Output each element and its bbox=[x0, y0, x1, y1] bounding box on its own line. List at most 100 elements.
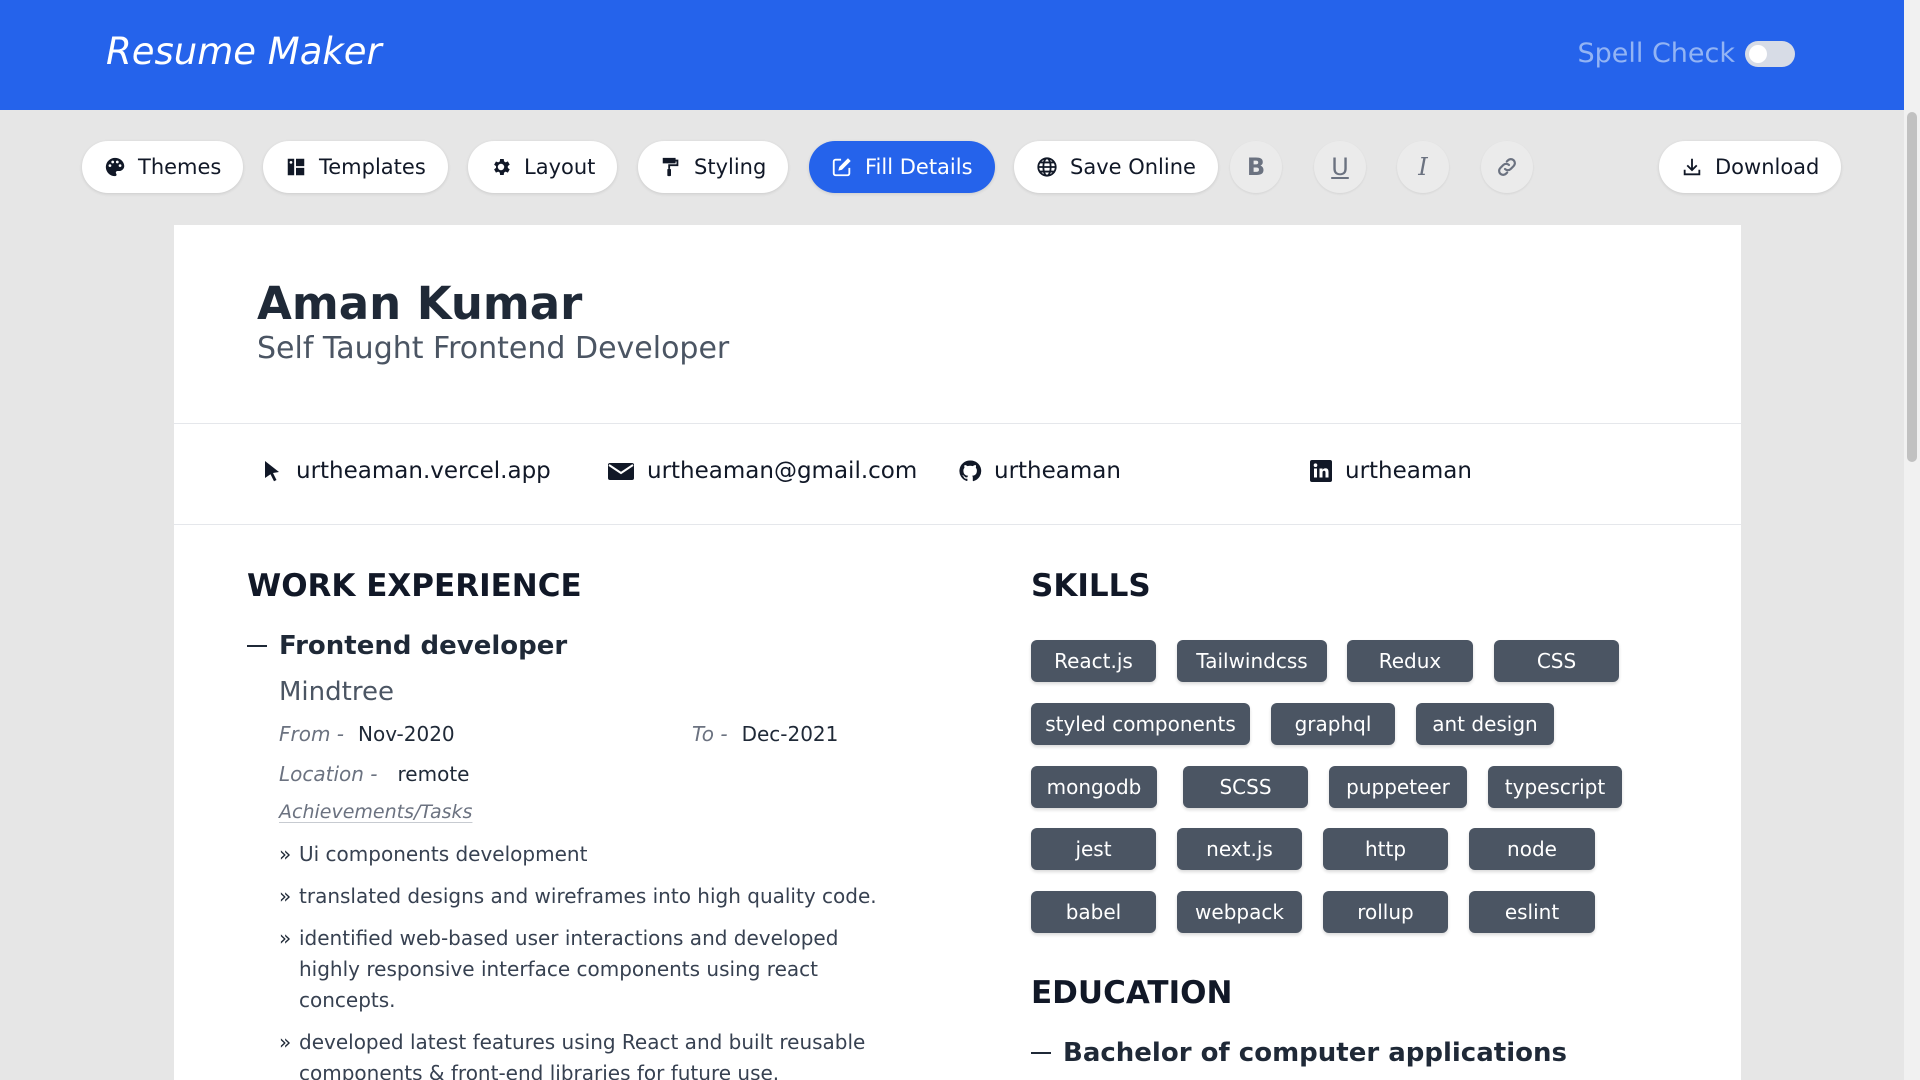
dash-icon bbox=[1031, 1052, 1051, 1054]
gear-icon bbox=[494, 159, 510, 175]
spell-check[interactable]: Spell Check bbox=[1577, 38, 1795, 69]
download-button[interactable]: Download bbox=[1659, 141, 1842, 193]
skill-chip[interactable]: http bbox=[1323, 828, 1448, 870]
styling-button[interactable]: Styling bbox=[638, 141, 789, 193]
fill-details-button[interactable]: Fill Details bbox=[809, 141, 995, 193]
from-label: From - bbox=[279, 722, 345, 746]
education-degree[interactable]: Bachelor of computer applications bbox=[1031, 1038, 1567, 1068]
to-label: To - bbox=[692, 722, 728, 746]
toggle-knob bbox=[1749, 44, 1767, 63]
skill-chip[interactable]: Redux bbox=[1347, 640, 1473, 682]
github-icon bbox=[959, 460, 982, 482]
download-label: Download bbox=[1715, 155, 1820, 179]
underline-button[interactable]: U bbox=[1314, 141, 1366, 193]
app-header: Resume Maker Spell Check bbox=[0, 0, 1904, 110]
spell-check-label: Spell Check bbox=[1577, 38, 1735, 69]
website-text: urtheaman.vercel.app bbox=[296, 458, 551, 484]
achievements-label: Achievements/Tasks bbox=[279, 801, 473, 823]
github-text: urtheaman bbox=[994, 458, 1121, 484]
list-item[interactable]: » developed latest features using React a… bbox=[279, 1027, 899, 1080]
resume-title[interactable]: Self Taught Frontend Developer bbox=[257, 331, 729, 366]
divider bbox=[174, 423, 1741, 424]
skills-heading: SKILLS bbox=[1031, 568, 1151, 604]
skill-chip[interactable]: puppeteer bbox=[1329, 766, 1467, 808]
skill-chip[interactable]: next.js bbox=[1177, 828, 1302, 870]
templates-button[interactable]: Templates bbox=[263, 141, 448, 193]
location-value: remote bbox=[397, 762, 470, 786]
italic-icon: I bbox=[1418, 153, 1428, 181]
education-heading: EDUCATION bbox=[1031, 975, 1233, 1011]
themes-label: Themes bbox=[138, 155, 222, 179]
layout-label: Layout bbox=[524, 155, 596, 179]
app-title: Resume Maker bbox=[106, 30, 382, 73]
themes-button[interactable]: Themes bbox=[82, 141, 244, 193]
job-role: Frontend developer bbox=[279, 631, 568, 661]
italic-button[interactable]: I bbox=[1397, 141, 1449, 193]
bullet-icon: » bbox=[279, 926, 292, 950]
achievements-list: » Ui components development » translated d… bbox=[279, 839, 899, 1080]
resume-page: Aman Kumar Self Taught Frontend Develope… bbox=[174, 225, 1741, 1080]
skill-chip[interactable]: styled components bbox=[1031, 703, 1250, 745]
contact-github[interactable]: urtheaman bbox=[958, 458, 1121, 484]
contact-website[interactable]: urtheaman.vercel.app bbox=[260, 458, 551, 484]
bold-icon: B bbox=[1246, 153, 1266, 181]
skill-chip[interactable]: rollup bbox=[1323, 891, 1448, 933]
skill-chip[interactable]: typescript bbox=[1488, 766, 1622, 808]
divider bbox=[174, 524, 1741, 525]
dash-icon bbox=[247, 645, 267, 647]
skill-chip[interactable]: node bbox=[1469, 828, 1595, 870]
paint-roller-icon bbox=[662, 157, 679, 177]
palette-icon bbox=[105, 157, 125, 177]
skill-chip[interactable]: ant design bbox=[1416, 703, 1554, 745]
company-name[interactable]: Mindtree bbox=[279, 677, 394, 707]
resume-name[interactable]: Aman Kumar bbox=[257, 277, 582, 330]
bold-button[interactable]: B bbox=[1230, 141, 1282, 193]
fill-details-label: Fill Details bbox=[865, 155, 973, 179]
skill-chip[interactable]: babel bbox=[1031, 891, 1156, 933]
contact-linkedin[interactable]: urtheaman bbox=[1309, 458, 1472, 484]
link-icon bbox=[1498, 158, 1516, 176]
list-item[interactable]: » identified web-based user interactions … bbox=[279, 923, 899, 1016]
achievement-text: developed latest features using React an… bbox=[299, 1030, 866, 1080]
download-icon bbox=[1683, 158, 1701, 176]
skill-chip[interactable]: SCSS bbox=[1183, 766, 1308, 808]
linkedin-text: urtheaman bbox=[1345, 458, 1472, 484]
job-title[interactable]: Frontend developer bbox=[247, 631, 567, 661]
edit-icon bbox=[832, 158, 851, 177]
cursor-icon bbox=[265, 461, 279, 482]
achievement-text: Ui components development bbox=[299, 842, 588, 866]
layout-button[interactable]: Layout bbox=[468, 141, 618, 193]
link-button[interactable] bbox=[1481, 141, 1533, 193]
save-online-label: Save Online bbox=[1070, 155, 1196, 179]
achievement-text: identified web-based user interactions a… bbox=[299, 926, 839, 1012]
spell-check-toggle[interactable] bbox=[1745, 40, 1795, 67]
template-icon bbox=[287, 158, 305, 176]
envelope-icon bbox=[608, 463, 634, 480]
work-to[interactable]: To - Dec-2021 bbox=[692, 722, 838, 746]
to-value: Dec-2021 bbox=[741, 722, 839, 746]
work-location[interactable]: Location - remote bbox=[279, 762, 469, 786]
bullet-icon: » bbox=[279, 884, 292, 908]
skill-chip[interactable]: graphql bbox=[1271, 703, 1395, 745]
skill-chip[interactable]: eslint bbox=[1469, 891, 1595, 933]
bullet-icon: » bbox=[279, 842, 292, 866]
scrollbar-thumb[interactable] bbox=[1907, 112, 1917, 462]
list-item[interactable]: » Ui components development bbox=[279, 839, 899, 870]
skill-chip[interactable]: mongodb bbox=[1031, 766, 1157, 808]
skill-chip[interactable]: webpack bbox=[1177, 891, 1302, 933]
globe-icon bbox=[1037, 157, 1057, 177]
skill-chip[interactable]: Tailwindcss bbox=[1177, 640, 1327, 682]
skill-chip[interactable]: React.js bbox=[1031, 640, 1156, 682]
email-text: urtheaman@gmail.com bbox=[647, 458, 918, 484]
templates-label: Templates bbox=[319, 155, 426, 179]
degree-text: Bachelor of computer applications bbox=[1063, 1038, 1567, 1068]
underline-icon: U bbox=[1331, 153, 1349, 181]
location-label: Location - bbox=[279, 762, 378, 786]
skill-chip[interactable]: CSS bbox=[1494, 640, 1619, 682]
styling-label: Styling bbox=[694, 155, 767, 179]
list-item[interactable]: » translated designs and wireframes into … bbox=[279, 881, 899, 912]
work-from[interactable]: From - Nov-2020 bbox=[279, 722, 455, 746]
contact-email[interactable]: urtheaman@gmail.com bbox=[607, 458, 917, 484]
skill-chip[interactable]: jest bbox=[1031, 828, 1156, 870]
save-online-button[interactable]: Save Online bbox=[1014, 141, 1218, 193]
